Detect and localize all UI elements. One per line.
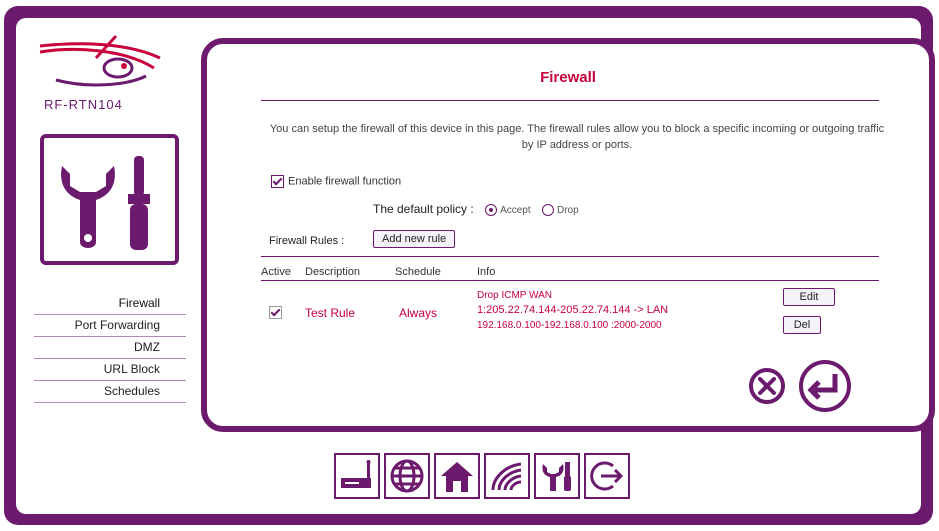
enable-firewall-label: Enable firewall function (288, 175, 402, 188)
bottom-nav (334, 453, 630, 499)
sidebar-item-port-forwarding[interactable]: Port Forwarding (34, 315, 186, 337)
policy-drop-radio[interactable] (542, 203, 554, 216)
modem-icon[interactable] (334, 453, 380, 499)
table-header-divider (261, 280, 879, 281)
tools-icon (40, 134, 179, 265)
header-info: Info (477, 266, 496, 278)
rule-schedule: Always (399, 306, 438, 320)
rule-active-checkbox[interactable] (269, 306, 282, 319)
header-active: Active (261, 266, 291, 278)
cancel-icon[interactable] (747, 366, 787, 406)
header-description: Description (305, 266, 361, 278)
table-top-divider (261, 256, 879, 257)
apply-icon[interactable] (797, 358, 853, 414)
rule-description: Test Rule (305, 306, 356, 320)
header-schedule: Schedule (395, 266, 441, 278)
home-icon[interactable] (434, 453, 480, 499)
main-panel: Firewall You can setup the firewall of t… (201, 38, 935, 432)
rule-info-line1: Drop ICMP WAN (477, 290, 553, 301)
page-description: You can setup the firewall of this devic… (269, 123, 885, 151)
add-rule-button[interactable]: Add new rule (373, 230, 456, 248)
rule-info-line3: 192.168.0.100-192.168.0.100 :2000-2000 (477, 320, 662, 331)
brand-logo (39, 34, 161, 87)
policy-drop-label: Drop (557, 205, 579, 216)
title-divider (261, 100, 879, 101)
policy-accept-radio[interactable] (485, 203, 498, 216)
logout-icon[interactable] (584, 453, 630, 499)
device-model: RF-RTN104 (44, 97, 123, 112)
page-title: Firewall (540, 69, 596, 86)
default-policy-row: The default policy : Accept Drop (373, 202, 579, 216)
policy-accept-label: Accept (500, 205, 531, 216)
delete-rule-button[interactable]: Del (783, 316, 821, 334)
tools-icon[interactable] (534, 453, 580, 499)
globe-icon[interactable] (384, 453, 430, 499)
sidebar-item-dmz[interactable]: DMZ (34, 337, 186, 359)
rule-info-line2: 1:205.22.74.144-205.22.74.144 -> LAN (477, 304, 669, 316)
rule-info: Drop ICMP WAN 1:205.22.74.144-205.22.74.… (477, 288, 668, 333)
firewall-rules-label: Firewall Rules : (269, 235, 345, 247)
default-policy-label: The default policy : (373, 202, 474, 216)
sidebar-item-firewall[interactable]: Firewall (34, 293, 186, 315)
sidebar-item-url-block[interactable]: URL Block (34, 359, 186, 381)
edit-rule-button[interactable]: Edit (783, 288, 835, 306)
enable-firewall-checkbox[interactable] (271, 175, 284, 188)
enable-firewall-row: Enable firewall function (271, 175, 401, 188)
wireless-icon[interactable] (484, 453, 530, 499)
sidebar-item-schedules[interactable]: Schedules (34, 381, 186, 403)
sidebar-nav: Firewall Port Forwarding DMZ URL Block S… (34, 293, 186, 403)
